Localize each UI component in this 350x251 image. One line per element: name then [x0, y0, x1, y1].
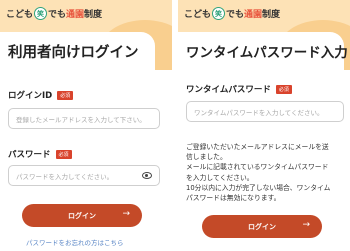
login-button[interactable]: ログイン → — [22, 204, 142, 227]
otp-message-line: 10分以内に入力が完了しない場合、ワンタイム — [186, 183, 331, 192]
show-password-eye-icon[interactable] — [142, 172, 152, 179]
brand-part-2: でも — [48, 10, 67, 20]
arrow-right-icon: → — [122, 209, 130, 219]
otp-message-line: メールに記載されているワンタイムパスワード — [186, 163, 329, 172]
forgot-password-link[interactable]: パスワードをお忘れの方はこちら — [26, 237, 124, 247]
login-id-placeholder: 登録したメールアドレスを入力して下さい。 — [16, 115, 146, 124]
otp-message-line: ご登録いただいたメールアドレスにメールを送 — [186, 143, 329, 151]
password-label-row: パスワード 必須 — [8, 148, 72, 160]
brand-part-4: 制度 — [84, 10, 103, 20]
otp-instruction-text: ご登録いただいたメールアドレスにメールを送 信しました。 メールに記載されている… — [186, 142, 346, 203]
password-placeholder: パスワードを入力してください。 — [16, 172, 114, 181]
brand-logo: こども 笑 でも 通園 制度 — [184, 7, 280, 20]
password-label: パスワード — [8, 150, 51, 160]
password-input[interactable]: パスワードを入力してください。 — [8, 165, 160, 186]
login-id-label: ログインID — [8, 91, 53, 101]
otp-login-button[interactable]: ログイン → — [202, 215, 322, 238]
brand-part-4: 制度 — [262, 10, 281, 20]
otp-message-line: パスワードは無効になります。 — [186, 193, 281, 202]
otp-label: ワンタイムパスワード — [186, 85, 271, 95]
arrow-right-icon: → — [302, 220, 310, 230]
login-button-label: ログイン — [68, 211, 96, 220]
required-badge: 必須 — [275, 84, 292, 94]
brand-logo: こども 笑 でも 通園 制度 — [6, 7, 102, 20]
page-title-card: 利用者向けログイン — [0, 32, 155, 70]
page-title: ワンタイムパスワード入力 — [186, 45, 348, 61]
login-screen: こども 笑 でも 通園 制度 利用者向けログイン ログインID 必須 登録したメ… — [0, 0, 172, 251]
brand-part-2: でも — [226, 10, 245, 20]
login-id-label-row: ログインID 必須 — [8, 89, 74, 101]
otp-label-row: ワンタイムパスワード 必須 — [186, 83, 292, 95]
otp-placeholder: ワンタイムパスワードを入力してください。 — [194, 108, 324, 117]
otp-message-line: を入力してください。 — [186, 173, 254, 182]
page-title: 利用者向けログイン — [8, 45, 139, 61]
brand-mark-icon: 笑 — [34, 7, 48, 20]
required-badge: 必須 — [57, 90, 74, 100]
brand-part-3: 通園 — [66, 10, 85, 20]
required-badge: 必須 — [55, 149, 72, 159]
login-id-input[interactable]: 登録したメールアドレスを入力して下さい。 — [8, 108, 160, 129]
brand-mark-icon: 笑 — [212, 7, 226, 20]
otp-message-line: 信しました。 — [186, 153, 227, 162]
otp-login-button-label: ログイン — [248, 222, 276, 231]
otp-input[interactable]: ワンタイムパスワードを入力してください。 — [186, 101, 344, 122]
brand-part-3: 通園 — [244, 10, 263, 20]
brand-part-1: こども — [184, 10, 212, 20]
brand-part-1: こども — [6, 10, 34, 20]
otp-screen: こども 笑 でも 通園 制度 ワンタイムパスワード入力 ワンタイムパスワード 必… — [178, 0, 350, 251]
page-title-card: ワンタイムパスワード入力 — [178, 32, 348, 70]
